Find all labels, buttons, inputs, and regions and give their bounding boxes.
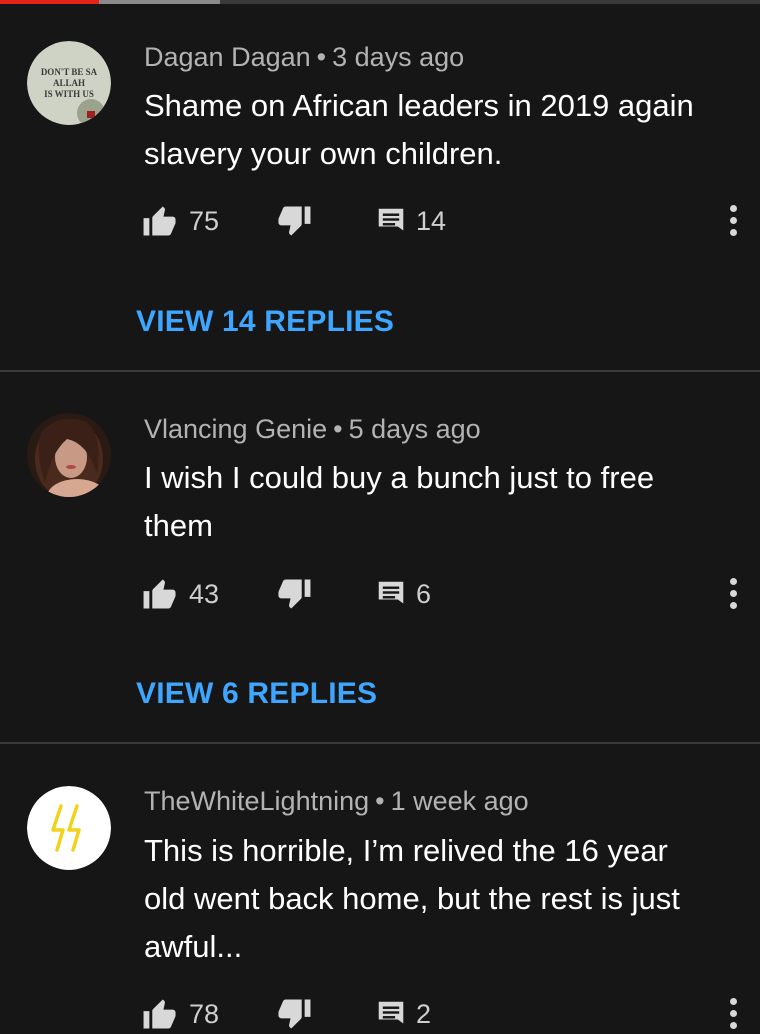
thumbs-down-icon [278, 206, 311, 236]
more-vert-icon [729, 578, 737, 585]
progress-buffered [98, 0, 221, 4]
avatar-text-line: DON'T BE SA [41, 67, 98, 77]
more-vert-icon-dot [729, 217, 737, 224]
progress-watched [0, 0, 99, 4]
comment-text-line: slavery your own children. [144, 136, 503, 171]
meta-separator: • [333, 414, 343, 444]
more-options-button[interactable] [726, 578, 740, 610]
avatar[interactable] [27, 786, 111, 870]
more-vert-icon [729, 205, 737, 212]
video-progress-bar[interactable] [0, 0, 760, 4]
more-vert-icon-dot [729, 1010, 737, 1017]
comment-actions: 75 14 [0, 201, 760, 241]
more-options-button[interactable] [726, 998, 740, 1030]
comment-text: I wish I could buy a bunch just to free … [144, 454, 734, 550]
more-options-button[interactable] [726, 205, 740, 237]
avatar-text-line: IS WITH US [44, 89, 94, 99]
comment-actions: 78 2 [0, 994, 760, 1034]
comment-text-line: them [144, 508, 213, 543]
author-name[interactable]: Dagan Dagan [144, 42, 311, 72]
like-count: 43 [189, 578, 220, 609]
meta-separator: • [316, 42, 327, 72]
comment-time: 1 week ago [390, 786, 529, 816]
comment-icon [378, 1001, 404, 1024]
like-button[interactable]: 75 [143, 201, 219, 241]
comment-time: 3 days ago [332, 42, 465, 72]
comment-icon [378, 208, 404, 231]
reply-button[interactable]: 6 [376, 574, 431, 614]
more-vert-icon-dot [729, 1022, 737, 1029]
comment-text-line: awful... [144, 929, 243, 964]
more-vert-icon-dot [729, 602, 737, 609]
thumbs-up-icon [143, 999, 176, 1029]
avatar[interactable]: DON'T BE SA ALLAH IS WITH US [27, 41, 111, 125]
comment-time: 5 days ago [348, 414, 481, 444]
more-vert-icon-dot [729, 229, 737, 236]
avatar[interactable] [27, 413, 111, 497]
comment-text-line: I wish I could buy a bunch just to free [144, 460, 655, 495]
like-count: 78 [189, 998, 220, 1029]
reply-button[interactable]: 2 [376, 994, 431, 1034]
comment-text-line: This is horrible, I’m relived the 16 yea… [144, 833, 668, 868]
like-button[interactable]: 78 [143, 994, 219, 1034]
comment-text-line: old went back home, but the rest is just [144, 881, 680, 916]
reply-count: 6 [416, 578, 432, 609]
text-badge-avatar-icon: DON'T BE SA ALLAH IS WITH US [27, 41, 111, 125]
comment-icon [378, 581, 404, 604]
thumbs-up-icon [143, 206, 176, 236]
reply-button[interactable]: 14 [376, 201, 446, 241]
thumbs-down-icon [278, 579, 311, 609]
meta-separator: • [375, 786, 385, 816]
more-vert-icon-dot [729, 590, 737, 597]
comment-text: Shame on African leaders in 2019 again s… [144, 82, 734, 178]
author-name[interactable]: TheWhiteLightning [144, 786, 369, 816]
view-replies-button[interactable]: VIEW 6 REPLIES [136, 677, 377, 711]
comment-meta: Dagan Dagan • 3 days ago [144, 42, 464, 73]
reply-count: 2 [416, 998, 432, 1029]
author-name[interactable]: Vlancing Genie [144, 414, 327, 444]
comment-meta: TheWhiteLightning • 1 week ago [144, 786, 529, 817]
more-vert-icon [729, 998, 737, 1005]
dislike-button[interactable] [275, 201, 311, 241]
comment-divider [0, 370, 760, 372]
dislike-button[interactable] [275, 574, 311, 614]
comment-actions: 43 6 [0, 574, 760, 614]
portrait-avatar-icon [27, 413, 111, 497]
view-replies-button[interactable]: VIEW 14 REPLIES [136, 305, 394, 339]
like-button[interactable]: 43 [143, 574, 219, 614]
comment-meta: Vlancing Genie • 5 days ago [144, 414, 481, 445]
comment-text: This is horrible, I’m relived the 16 yea… [144, 827, 734, 971]
lightning-avatar-icon [27, 786, 111, 870]
avatar-text-line: ALLAH [53, 78, 85, 88]
comment-divider [0, 742, 760, 744]
reply-count: 14 [416, 205, 447, 236]
thumbs-up-icon [143, 579, 176, 609]
like-count: 75 [189, 205, 220, 236]
dislike-button[interactable] [275, 994, 311, 1034]
thumbs-down-icon [278, 999, 311, 1029]
comment-text-line: Shame on African leaders in 2019 again [144, 88, 694, 123]
